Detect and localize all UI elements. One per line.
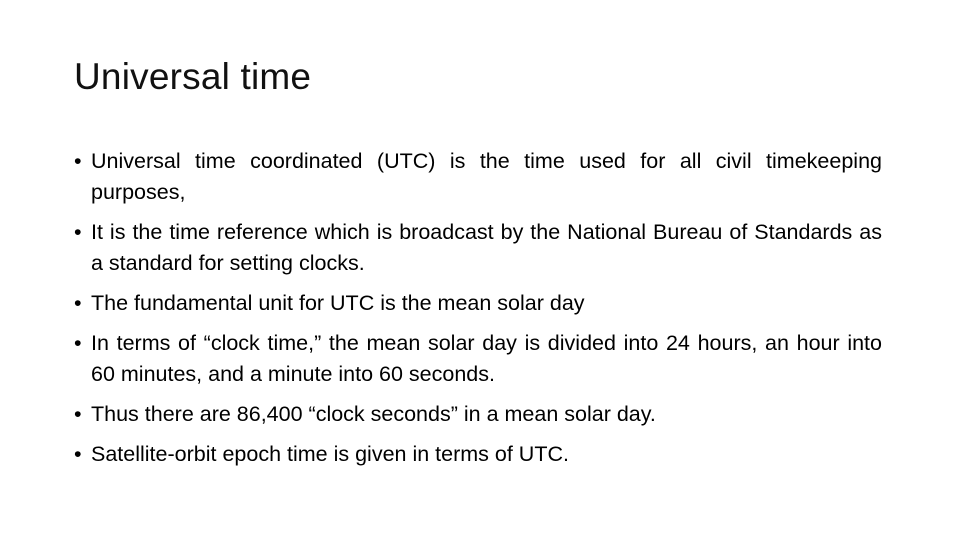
- bullet-icon: •: [74, 220, 82, 244]
- bullet-icon: •: [74, 402, 82, 426]
- bullet-text: In terms of “clock time,” the mean solar…: [91, 331, 882, 386]
- bullet-item: • Thus there are 86,400 “clock seconds” …: [74, 399, 882, 430]
- bullet-text: Universal time coordinated (UTC) is the …: [91, 149, 882, 204]
- bullet-text: It is the time reference which is broadc…: [91, 220, 882, 275]
- slide-title: Universal time: [74, 56, 312, 97]
- bullet-icon: •: [74, 291, 82, 315]
- bullet-item: • Satellite-orbit epoch time is given in…: [74, 439, 882, 470]
- bullet-text: The fundamental unit for UTC is the mean…: [91, 291, 585, 315]
- bullet-text: Thus there are 86,400 “clock seconds” in…: [91, 402, 656, 426]
- bullet-item: • It is the time reference which is broa…: [74, 217, 882, 279]
- bullet-text: Satellite-orbit epoch time is given in t…: [91, 442, 569, 466]
- slide: Universal time • Universal time coordina…: [0, 0, 960, 540]
- bullet-list: • Universal time coordinated (UTC) is th…: [74, 146, 882, 479]
- bullet-icon: •: [74, 331, 82, 355]
- bullet-icon: •: [74, 149, 82, 173]
- bullet-icon: •: [74, 442, 82, 466]
- bullet-item: • Universal time coordinated (UTC) is th…: [74, 146, 882, 208]
- bullet-item: • In terms of “clock time,” the mean sol…: [74, 328, 882, 390]
- bullet-item: • The fundamental unit for UTC is the me…: [74, 288, 882, 319]
